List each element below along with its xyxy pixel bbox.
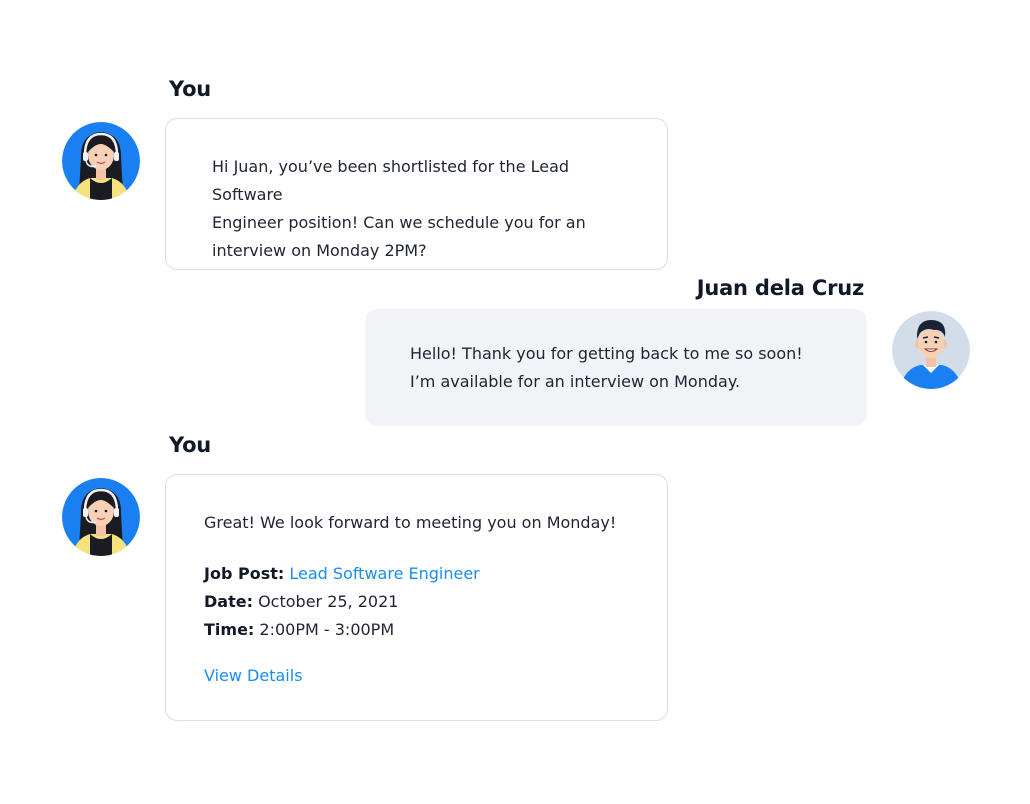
date-value: October 25, 2021 xyxy=(258,592,399,611)
job-post-label: Job Post: xyxy=(204,564,285,583)
message-bubble-incoming: Hello! Thank you for getting back to me … xyxy=(365,309,867,426)
time-value: 2:00PM - 3:00PM xyxy=(259,620,395,639)
message-line: interview on Monday 2PM? xyxy=(212,241,427,260)
candidate-avatar-icon xyxy=(892,311,970,389)
sender-name: You xyxy=(169,77,212,101)
sender-name: You xyxy=(169,433,212,457)
time-row: Time: 2:00PM - 3:00PM xyxy=(204,616,629,644)
message-line: Hi Juan, you’ve been shortlisted for the… xyxy=(212,157,570,204)
recruiter-avatar-icon xyxy=(62,122,140,200)
message-bubble-outgoing: Hi Juan, you’ve been shortlisted for the… xyxy=(165,118,668,270)
view-details-link[interactable]: View Details xyxy=(204,666,303,685)
time-label: Time: xyxy=(204,620,255,639)
message-line: I’m available for an interview on Monday… xyxy=(410,372,741,391)
message-line: Engineer position! Can we schedule you f… xyxy=(212,213,586,232)
sender-name: Juan dela Cruz xyxy=(696,276,864,300)
recruiter-avatar-icon xyxy=(62,478,140,556)
message-line: Hello! Thank you for getting back to me … xyxy=(410,344,803,363)
job-post-row: Job Post: Lead Software Engineer xyxy=(204,560,629,588)
job-post-link[interactable]: Lead Software Engineer xyxy=(289,564,479,583)
message-bubble-outgoing: Great! We look forward to meeting you on… xyxy=(165,474,668,721)
message-text: Great! We look forward to meeting you on… xyxy=(204,513,617,532)
date-row: Date: October 25, 2021 xyxy=(204,588,629,616)
date-label: Date: xyxy=(204,592,253,611)
